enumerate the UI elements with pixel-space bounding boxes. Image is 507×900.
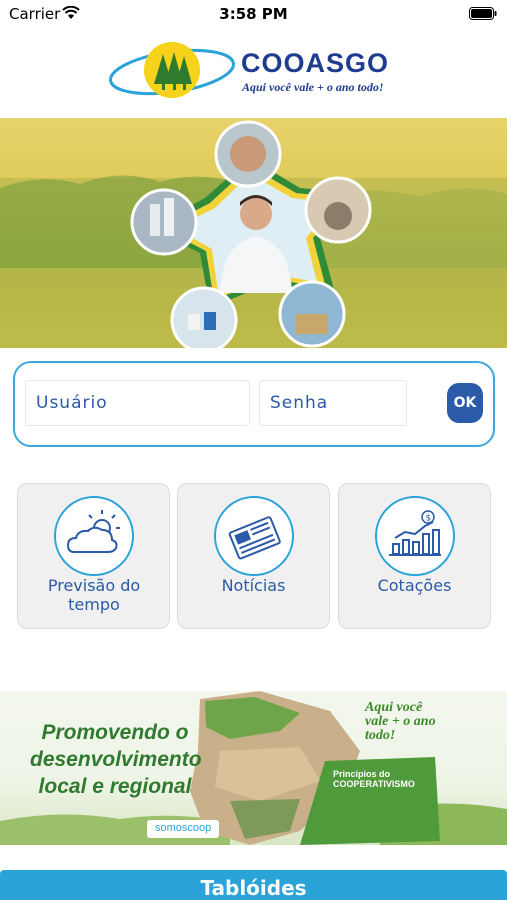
news-icon-circle (214, 496, 294, 576)
battery-icon (469, 7, 497, 20)
banner-headline: Promovendo o desenvolvimento local e reg… (30, 721, 202, 798)
brand-logo: COOASGO Aqui você vale + o ano todo! (108, 40, 403, 106)
news-label: Notícias (221, 576, 286, 595)
brand-name: COOASGO (241, 48, 390, 78)
tabloides-button[interactable]: Tablóides (0, 870, 507, 900)
weather-icon-circle (54, 496, 134, 576)
chart-icon: $ (389, 510, 441, 556)
hero-banner (0, 118, 507, 348)
quotes-card[interactable]: $ Cotações (338, 483, 491, 629)
password-input[interactable] (259, 380, 407, 426)
weather-forecast-label: Previsão do tempo (47, 576, 141, 614)
status-bar: Carrier 3:58 PM (0, 0, 507, 28)
hero-collage-image (0, 120, 507, 348)
banner-slogan: Aqui você vale + o ano todo! (365, 700, 436, 743)
status-time: 3:58 PM (219, 5, 288, 23)
svg-text:$: $ (426, 514, 432, 524)
login-ok-button[interactable]: OK (447, 383, 483, 423)
cooperative-promo-banner[interactable]: Promovendo o desenvolvimento local e reg… (0, 691, 507, 845)
login-form: OK (13, 361, 495, 447)
app-screen: Carrier 3:58 PM COOASGO Aqui você vale +… (0, 0, 507, 900)
weather-forecast-card[interactable]: Previsão do tempo (17, 483, 170, 629)
logo-emblem-icon (109, 42, 235, 98)
username-input[interactable] (25, 380, 250, 426)
news-card[interactable]: Notícias (177, 483, 330, 629)
quotes-label: Cotações (377, 576, 452, 595)
newspaper-icon (228, 516, 281, 560)
brand-slogan: Aqui você vale + o ano todo! (242, 80, 384, 94)
weather-icon (66, 510, 120, 553)
banner-principles-title: Princípios do COOPERATIVISMO (333, 769, 415, 789)
somoscoop-logo: somoscoop (147, 820, 220, 838)
quotes-icon-circle: $ (375, 496, 455, 576)
